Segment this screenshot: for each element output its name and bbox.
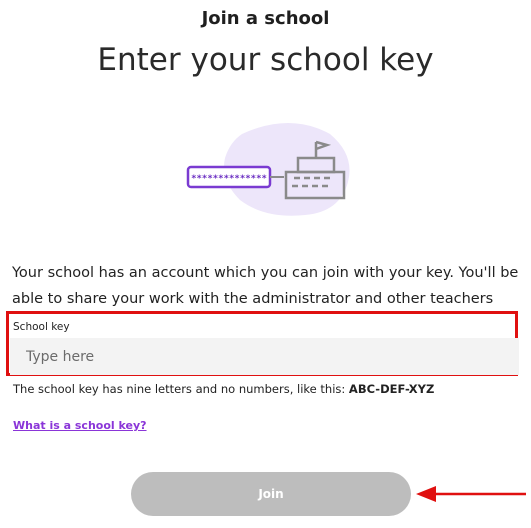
school-key-illustration: ************** bbox=[186, 123, 350, 216]
password-field-icon: ************** bbox=[186, 165, 272, 189]
join-button[interactable]: Join bbox=[131, 472, 411, 516]
hint-text: The school key has nine letters and no n… bbox=[13, 382, 349, 396]
what-is-school-key-link[interactable]: What is a school key? bbox=[13, 419, 147, 432]
page-title: Enter your school key bbox=[97, 42, 434, 78]
description-text: Your school has an account which you can… bbox=[12, 265, 519, 307]
annotation-arrow-icon bbox=[416, 486, 526, 502]
masked-key-text: ************** bbox=[191, 174, 267, 184]
school-key-label: School key bbox=[13, 321, 70, 333]
hint-example: ABC-DEF-XYZ bbox=[348, 382, 435, 396]
school-key-hint: The school key has nine letters and no n… bbox=[13, 382, 434, 396]
page-subtitle: Join a school bbox=[201, 8, 330, 29]
school-key-input[interactable] bbox=[10, 338, 519, 375]
